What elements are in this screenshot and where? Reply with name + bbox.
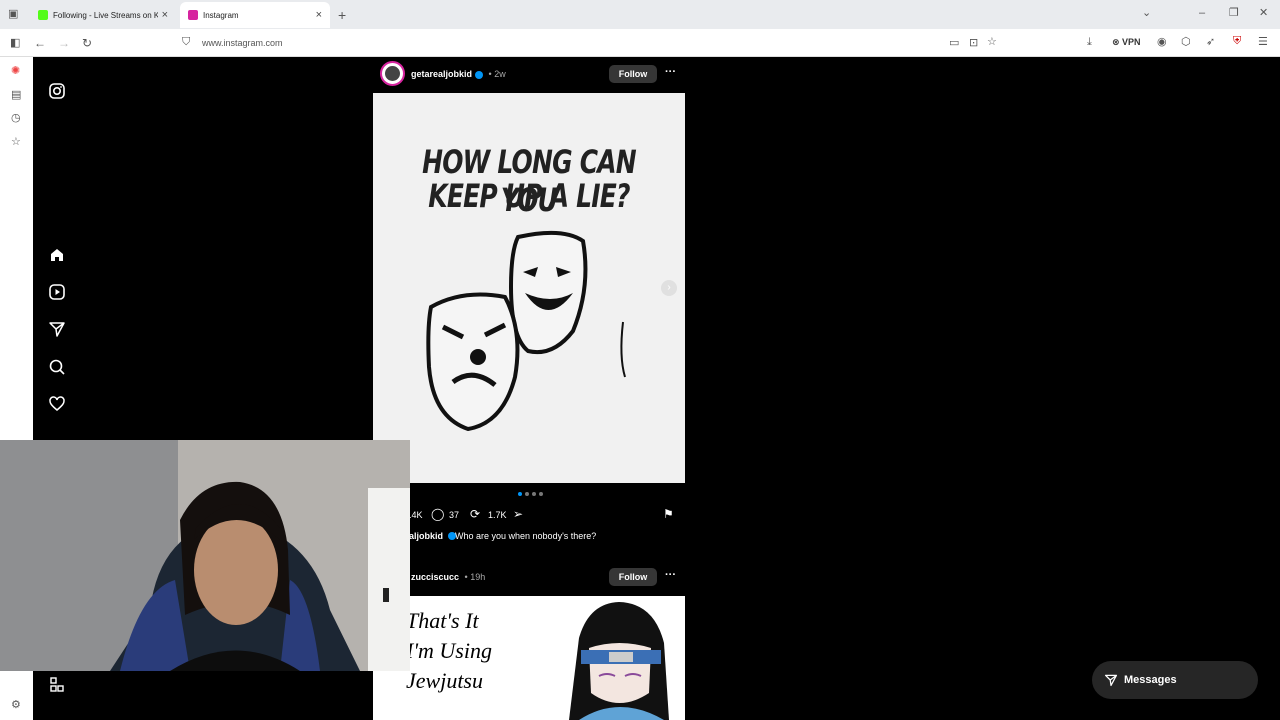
post-username[interactable]: zucciscucc • 19h [411, 572, 485, 582]
caption-text: Who are you when nobody's there? [455, 531, 597, 541]
post-image[interactable]: HOW LONG CAN YOU KEEP UP A LIE? › [373, 93, 685, 483]
reels-icon[interactable] [48, 283, 66, 301]
forward-icon[interactable]: → [58, 37, 70, 49]
messages-icon [1104, 674, 1118, 687]
extension-icon[interactable]: ➶ [1206, 37, 1215, 48]
shield-extension-icon[interactable]: ⛨ [1233, 36, 1241, 47]
home-icon[interactable] [48, 246, 66, 264]
history-icon[interactable]: ◷ [11, 113, 21, 124]
download-icon[interactable]: ⤓ [1087, 37, 1092, 48]
post-header: getarealjobkid • 2w Follow ··· [373, 57, 685, 89]
image-text-line: I'm Using [406, 638, 492, 663]
reposts-count[interactable]: 1.7K [488, 510, 507, 520]
carousel-indicator [518, 492, 543, 496]
username-text[interactable]: getarealjobkid [411, 69, 472, 79]
messages-label: Messages [1124, 674, 1177, 686]
back-icon[interactable]: ← [34, 37, 46, 49]
account-icon[interactable]: ◉ [1157, 37, 1167, 48]
minimize-icon[interactable]: – [1199, 8, 1205, 19]
username-text[interactable]: zucciscucc [411, 572, 459, 582]
post-options-icon[interactable]: ··· [665, 66, 676, 78]
post-actions: .4K ◯ 37 ⟳ 1.7K ➢ ⚑ [373, 507, 685, 527]
close-tab-icon[interactable]: × [162, 9, 168, 21]
tab-overview-icon[interactable]: ▣ [8, 9, 18, 20]
feed: getarealjobkid • 2w Follow ··· HOW LONG … [373, 57, 685, 720]
heart-icon[interactable] [48, 395, 66, 413]
bookmarks-icon[interactable]: ☆ [11, 137, 21, 148]
tab-instagram[interactable]: Instagram × [180, 2, 330, 28]
post-username[interactable]: getarealjobkid • 2w [411, 69, 506, 79]
image-text-line: That's It [406, 608, 479, 633]
tab-title: Following - Live Streams on Kick [53, 10, 158, 20]
direct-icon[interactable] [48, 320, 66, 338]
address-bar[interactable]: ⛉ www.instagram.com ▭ ⊡ ☆ [177, 33, 1007, 53]
post-age: 2w [494, 69, 506, 79]
bookmark-star-icon[interactable]: ☆ [987, 37, 997, 48]
avatar[interactable] [380, 61, 405, 86]
browser-nav-bar: ◧ ← → ↻ ⛉ www.instagram.com ▭ ⊡ ☆ ⤓ ⊗ VP… [0, 29, 1280, 57]
post-options-icon[interactable]: ··· [665, 569, 676, 581]
restore-icon[interactable]: ❐ [1229, 8, 1239, 19]
likes-count[interactable]: .4K [409, 510, 423, 520]
picture-in-picture-icon[interactable]: ▭ [949, 38, 959, 49]
repost-icon[interactable]: ⟳ [470, 507, 480, 521]
image-text-line: Jewjutsu [406, 668, 483, 693]
kick-favicon-icon [38, 10, 48, 20]
extensions-icon[interactable]: ⬡ [1181, 37, 1191, 48]
site-security-icon[interactable]: ⛉ [182, 37, 190, 48]
instagram-logo-icon[interactable] [48, 82, 66, 100]
ai-icon[interactable]: ✺ [11, 66, 20, 77]
page-save-icon[interactable]: ⊡ [969, 38, 978, 49]
caption-username[interactable]: aljobkid [409, 531, 443, 541]
tab-kick[interactable]: Following - Live Streams on Kick × [30, 2, 176, 28]
vpn-label: VPN [1122, 37, 1141, 47]
tabs-icon[interactable]: ▤ [11, 90, 21, 101]
instagram-favicon-icon [188, 10, 198, 20]
url-text[interactable]: www.instagram.com [202, 38, 283, 48]
carousel-next-icon[interactable]: › [661, 280, 677, 296]
window-close-icon[interactable]: ✕ [1259, 8, 1268, 19]
save-bookmark-icon[interactable]: ⚑ [663, 507, 674, 521]
tab-title: Instagram [203, 10, 239, 20]
comedy-tragedy-masks-illustration [426, 230, 626, 432]
reload-icon[interactable]: ↻ [82, 37, 92, 49]
share-icon[interactable]: ➢ [513, 507, 523, 521]
vpn-button[interactable]: ⊗ VPN [1112, 37, 1141, 48]
verified-badge-icon [475, 70, 484, 79]
follow-button[interactable]: Follow [609, 568, 657, 586]
comments-count[interactable]: 37 [449, 510, 459, 520]
anime-character-illustration [569, 602, 669, 720]
new-tab-icon[interactable]: + [338, 8, 346, 22]
sidebar-toggle-icon[interactable]: ◧ [10, 38, 20, 49]
post-image[interactable]: That's It I'm Using Jewjutsu [373, 596, 685, 720]
menu-icon[interactable]: ☰ [1258, 37, 1268, 48]
browser-tab-bar: ▣ Following - Live Streams on Kick × Ins… [0, 0, 1280, 29]
comment-icon[interactable]: ◯ [431, 507, 444, 521]
settings-icon[interactable]: ⚙ [11, 700, 21, 711]
follow-button[interactable]: Follow [609, 65, 657, 83]
messages-button[interactable]: Messages [1092, 661, 1258, 699]
image-text-line: KEEP UP A LIE? [428, 177, 630, 215]
webcam-overlay [0, 440, 410, 671]
tab-list-icon[interactable]: ⌄ [1142, 8, 1151, 19]
webcam-feed-image [0, 440, 410, 671]
post-header: zucciscucc • 19h Follow ··· [373, 560, 685, 592]
more-icon[interactable] [48, 676, 66, 694]
search-icon[interactable] [48, 358, 66, 376]
close-tab-icon[interactable]: × [316, 9, 322, 21]
post-age: 19h [470, 572, 486, 582]
